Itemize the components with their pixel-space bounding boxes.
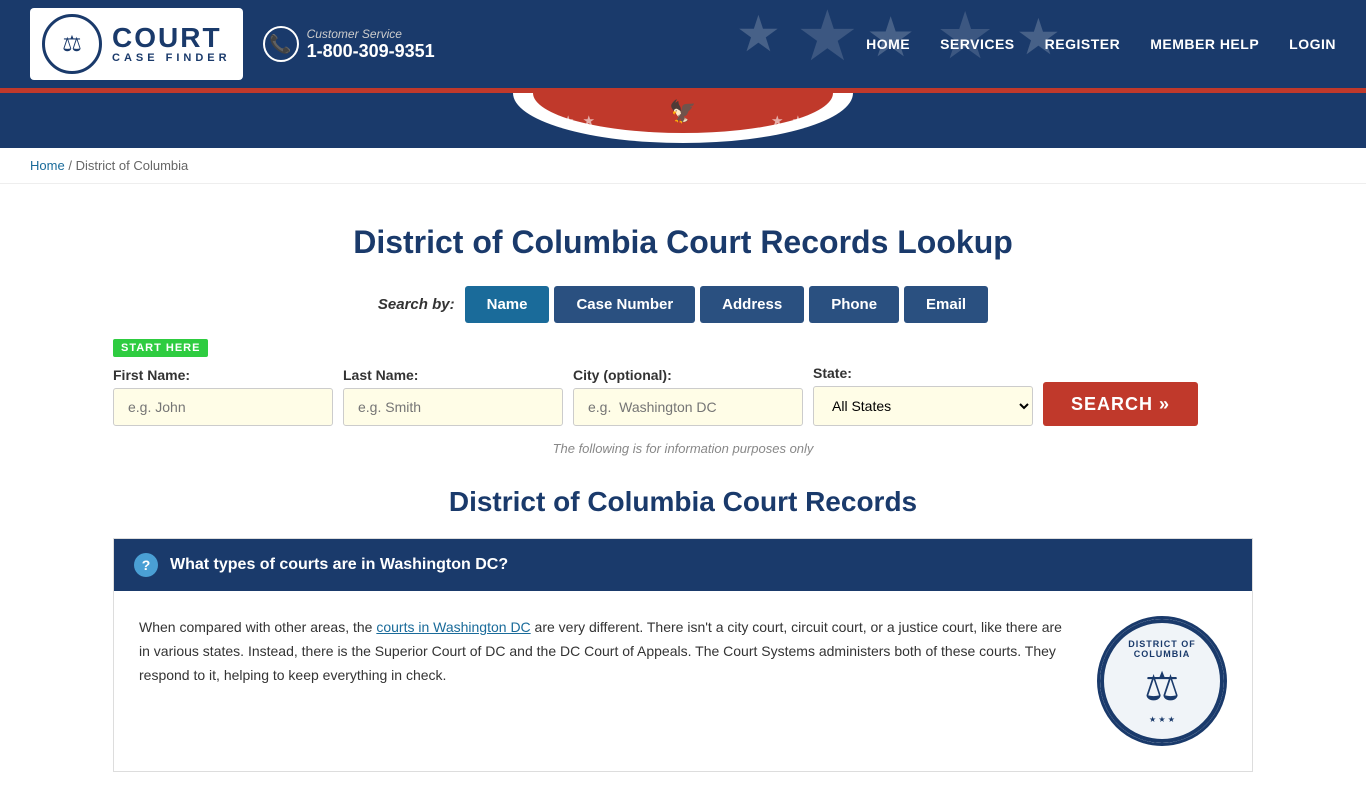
site-header: ★ ★ ★ ★ ★ ⚖ COURT CASE FINDER 📞 Customer… [0,0,1366,88]
disclaimer-text: The following is for information purpose… [113,441,1253,456]
nav-login[interactable]: LOGIN [1289,36,1336,52]
state-label: State: [813,365,1033,381]
cs-label: Customer Service [307,27,435,41]
last-name-field: Last Name: [343,367,563,426]
search-section: Search by: Name Case Number Address Phon… [113,286,1253,456]
logo-icon: ⚖ [42,14,102,74]
nav-services[interactable]: SERVICES [940,36,1015,52]
city-input[interactable] [573,388,803,426]
first-name-field: First Name: [113,367,333,426]
breadcrumb-current: District of Columbia [76,158,189,173]
tab-phone[interactable]: Phone [809,286,899,323]
nav-register[interactable]: REGISTER [1045,36,1121,52]
logo-case-finder-label: CASE FINDER [112,52,231,64]
eagle-icon: 🦅 [669,99,696,125]
star-icon: ★ [796,0,859,77]
phone-icon: 📞 [263,26,299,62]
tab-name[interactable]: Name [465,286,550,323]
nav-home[interactable]: HOME [866,36,910,52]
search-by-label: Search by: [378,296,455,313]
search-form: First Name: Last Name: City (optional): … [113,365,1253,426]
tab-case-number[interactable]: Case Number [554,286,695,323]
nav-member-help[interactable]: MEMBER HELP [1150,36,1259,52]
faq-header[interactable]: ? What types of courts are in Washington… [114,539,1252,591]
logo-court-label: COURT [112,24,231,52]
tab-email[interactable]: Email [904,286,988,323]
cs-text: Customer Service 1-800-309-9351 [307,27,435,62]
start-here-badge: START HERE [113,339,208,357]
section-title: District of Columbia Court Records [113,486,1253,518]
breadcrumb-home[interactable]: Home [30,158,65,173]
first-name-input[interactable] [113,388,333,426]
customer-service: 📞 Customer Service 1-800-309-9351 [263,26,435,62]
city-label: City (optional): [573,367,803,383]
city-field: City (optional): [573,367,803,426]
logo-text: COURT CASE FINDER [112,24,231,64]
first-name-label: First Name: [113,367,333,383]
header-left: ⚖ COURT CASE FINDER 📞 Customer Service 1… [30,8,435,80]
search-by-row: Search by: Name Case Number Address Phon… [113,286,1253,323]
main-nav: HOME SERVICES REGISTER MEMBER HELP LOGIN [866,36,1336,52]
page-title: District of Columbia Court Records Looku… [113,224,1253,261]
faq-item: ? What types of courts are in Washington… [113,538,1253,772]
dc-seal: DISTRICT OFCOLUMBIA ⚖ ★ ★ ★ [1097,616,1227,746]
breadcrumb: Home / District of Columbia [0,148,1366,184]
main-content: District of Columbia Court Records Looku… [83,184,1283,794]
cs-phone: 1-800-309-9351 [307,41,435,62]
site-logo[interactable]: ⚖ COURT CASE FINDER [30,8,243,80]
state-select[interactable]: All States District of Columbia Alabama … [813,386,1033,426]
arch-banner: 🦅 ★ ★ ★ ★ [0,93,1366,148]
faq-question-icon: ? [134,553,158,577]
last-name-label: Last Name: [343,367,563,383]
faq-body: When compared with other areas, the cour… [114,591,1252,771]
tab-address[interactable]: Address [700,286,804,323]
faq-question-text: What types of courts are in Washington D… [170,556,508,574]
search-button[interactable]: SEARCH » [1043,382,1198,426]
breadcrumb-separator: / [68,158,72,173]
last-name-input[interactable] [343,388,563,426]
faq-answer-text: When compared with other areas, the cour… [139,616,1072,746]
state-field: State: All States District of Columbia A… [813,365,1033,426]
courts-link[interactable]: courts in Washington DC [376,619,530,635]
star-icon: ★ [736,5,781,63]
